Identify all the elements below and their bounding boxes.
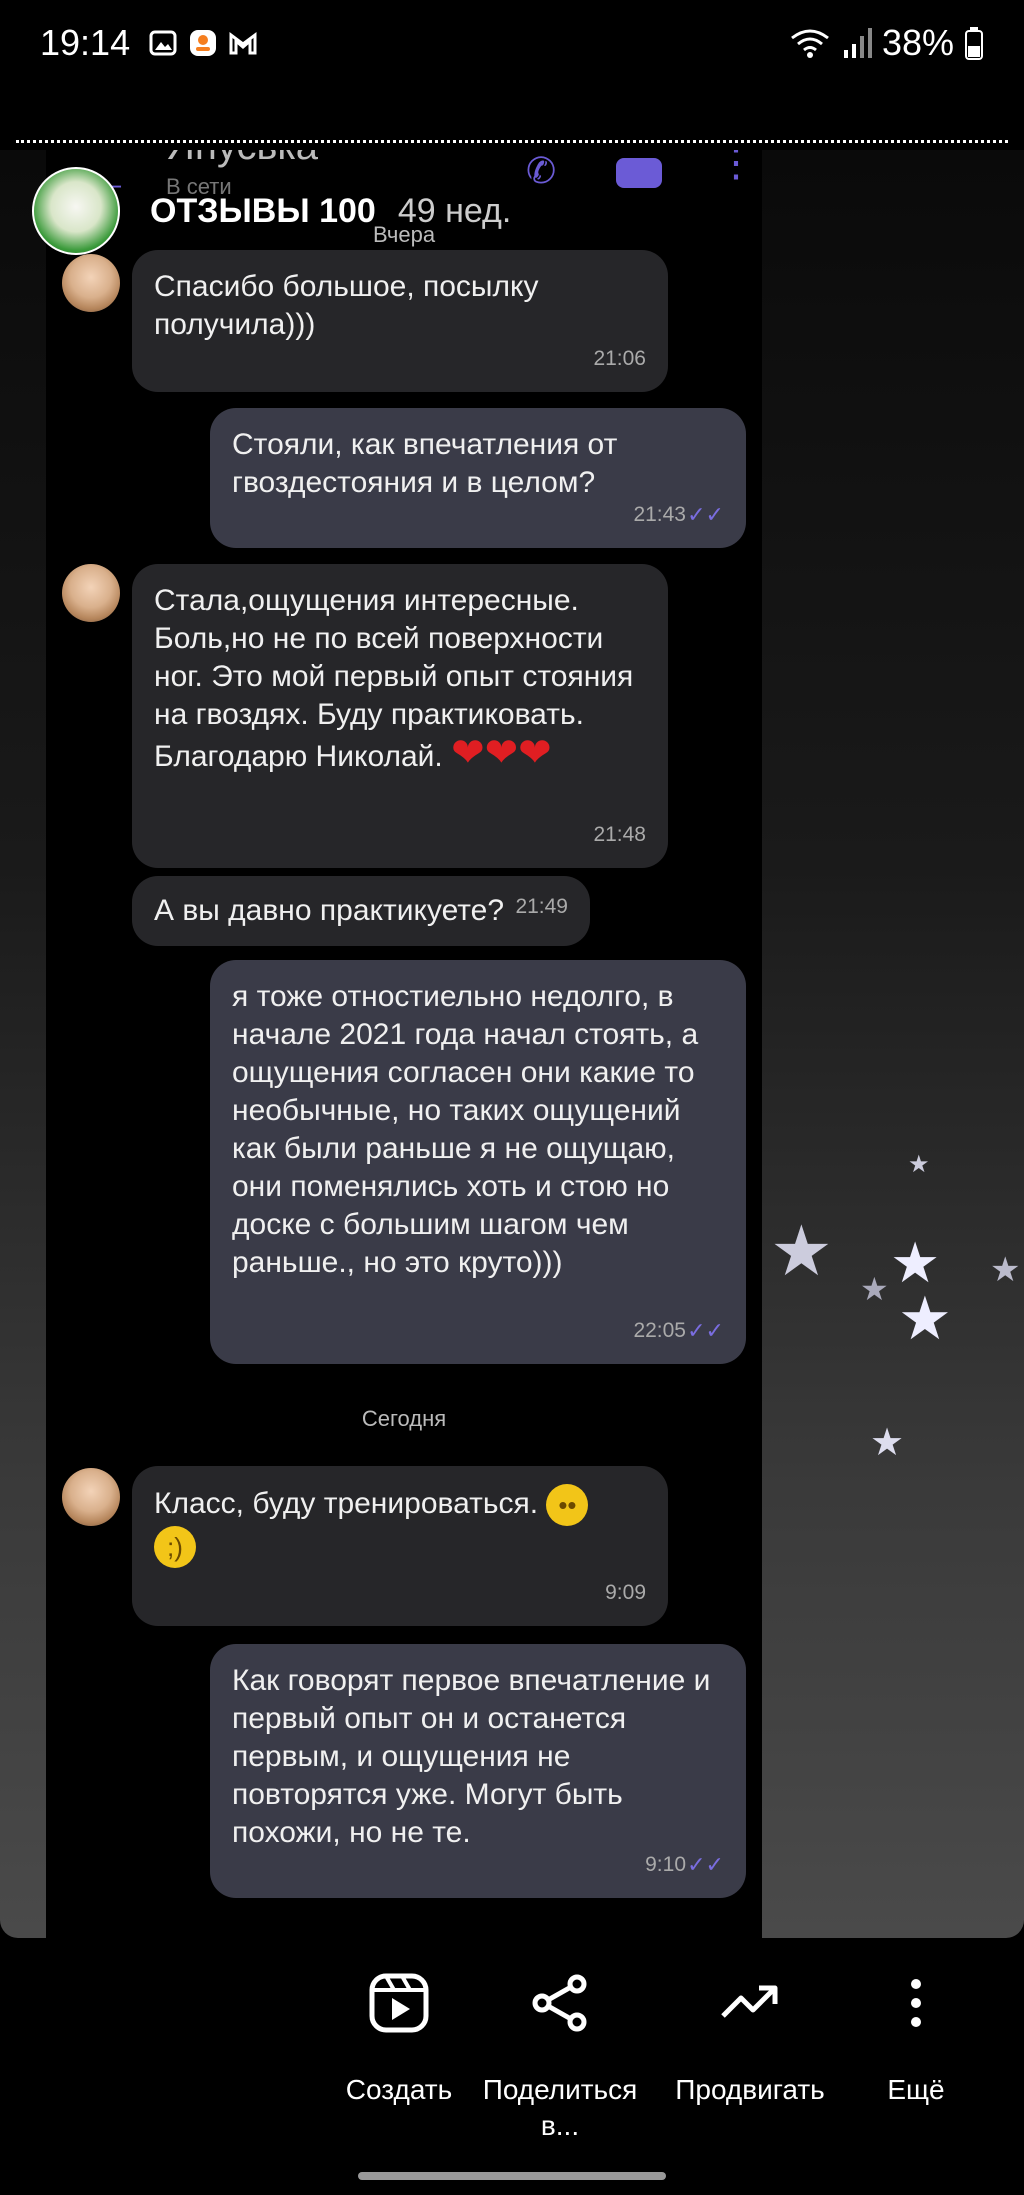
heart-emoji-icon: ❤❤❤	[451, 731, 552, 775]
message-bubble-incoming: А вы давно практикуете? 21:49	[132, 876, 590, 946]
ok-app-icon	[190, 30, 216, 56]
share-icon	[532, 1974, 587, 2032]
story-actions-bar: Создать Поделиться в... Продвигать Ещё	[0, 1938, 1024, 2195]
status-bar: 19:14 38%	[0, 0, 1024, 90]
contact-avatar	[62, 254, 120, 312]
action-label: Создать	[345, 2074, 453, 2105]
message-time: 22:05	[633, 1319, 686, 1342]
winking-emoji-icon: ;)	[154, 1526, 196, 1568]
star-sticker: ★	[870, 1422, 905, 1464]
message-bubble-outgoing: Как говорят первое впечатление и первый …	[210, 1644, 746, 1898]
story-author[interactable]: ОТЗЫВЫ 100 49 нед.	[32, 166, 511, 256]
message-text: Как говорят первое впечатление и первый …	[232, 1664, 711, 1849]
wifi-icon	[791, 29, 829, 58]
promote-button[interactable]: Продвигать	[660, 1938, 840, 2108]
message-time: 21:43	[633, 503, 686, 526]
message-text: Стояли, как впечатления от гвоздестояния…	[232, 428, 618, 499]
star-sticker: ★	[860, 1271, 889, 1307]
post-time: 49 нед.	[397, 191, 512, 230]
star-sticker: ★	[908, 1151, 930, 1178]
message-bubble-incoming: Класс, буду тренироваться. •• ;) 9:09	[132, 1466, 668, 1626]
phone-icon: ✆	[526, 150, 557, 191]
battery-icon	[965, 27, 983, 60]
action-label: Поделиться в...	[482, 2074, 638, 2141]
video-icon	[616, 158, 662, 188]
message-time: 21:49	[515, 895, 568, 918]
reels-create-icon	[369, 1973, 429, 2033]
create-button[interactable]: Создать	[309, 1938, 489, 2108]
profile-avatar[interactable]	[32, 167, 120, 255]
message-text: Спасибо большое, посылку получила)))	[154, 270, 539, 341]
more-button[interactable]: Ещё	[826, 1938, 1006, 2108]
signal-icon	[843, 28, 872, 58]
more-vertical-icon: ⋮	[716, 150, 756, 185]
double-check-icon: ✓✓	[687, 1852, 724, 1877]
status-right: 38%	[788, 22, 984, 64]
chat-screenshot: ← Януська В сети ✆ ⋮ Вчера Спасибо больш…	[46, 150, 762, 1938]
star-sticker: ★	[770, 1212, 833, 1290]
message-time: 21:48	[593, 823, 646, 846]
message-text: Стала,ощущения интересные. Боль,но не по…	[154, 584, 634, 773]
star-sticker: ★	[898, 1285, 952, 1352]
message-time: 21:06	[593, 347, 646, 370]
contact-avatar	[62, 564, 120, 622]
share-button[interactable]: Поделиться в...	[470, 1938, 650, 2144]
message-text: я тоже отностиельно недолго, в начале 20…	[232, 980, 699, 1279]
double-check-icon: ✓✓	[687, 1318, 724, 1343]
notification-icons	[148, 28, 258, 58]
contact-avatar	[62, 1468, 120, 1526]
rolling-eyes-emoji-icon: ••	[546, 1484, 589, 1526]
star-sticker: ★	[990, 1251, 1021, 1289]
message-time: 9:10	[645, 1853, 686, 1876]
gesture-nav-handle[interactable]	[358, 2172, 666, 2180]
message-bubble-incoming: Спасибо большое, посылку получила))) 21:…	[132, 250, 668, 392]
status-time: 19:14	[40, 22, 131, 63]
message-text: А вы давно практикуете?	[154, 894, 505, 927]
story-content[interactable]: ← Януська В сети ✆ ⋮ Вчера Спасибо больш…	[0, 150, 1024, 1938]
message-bubble-outgoing: я тоже отностиельно недолго, в начале 20…	[210, 960, 746, 1364]
action-label: Продвигать	[675, 2074, 825, 2105]
message-text: Класс, буду тренироваться.	[154, 1486, 539, 1520]
date-separator: Сегодня	[361, 1406, 447, 1431]
double-check-icon: ✓✓	[687, 502, 724, 527]
message-bubble-incoming: Стала,ощущения интересные. Боль,но не по…	[132, 564, 668, 868]
trending-icon	[721, 1985, 778, 2018]
profile-name[interactable]: ОТЗЫВЫ 100	[150, 192, 376, 231]
gmail-icon	[229, 32, 257, 55]
more-vertical-icon	[911, 1979, 921, 2027]
message-bubble-outgoing: Стояли, как впечатления от гвоздестояния…	[210, 408, 746, 548]
message-time: 9:09	[605, 1581, 646, 1604]
story-progress	[16, 140, 1008, 143]
gallery-icon	[149, 30, 177, 56]
battery-percent: 38%	[881, 22, 954, 63]
action-label: Ещё	[887, 2074, 945, 2105]
